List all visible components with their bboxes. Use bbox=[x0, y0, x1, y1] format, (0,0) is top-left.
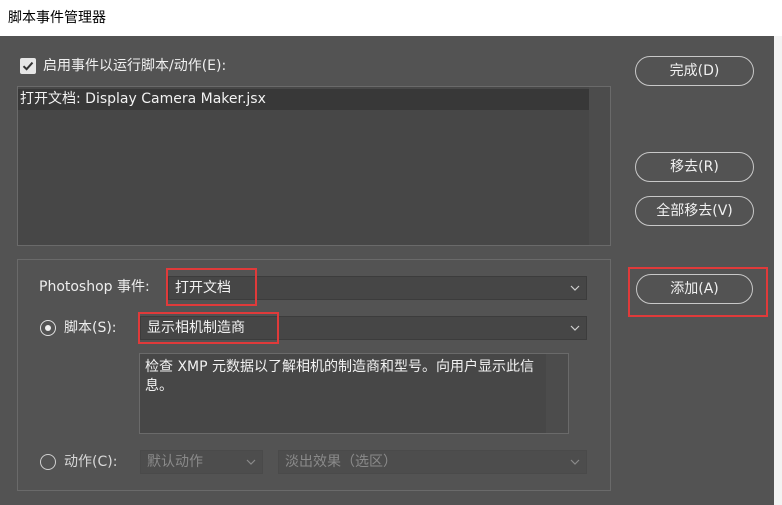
action-set-value: 默认动作 bbox=[147, 454, 203, 470]
photoshop-event-label: Photoshop 事件: bbox=[39, 279, 150, 295]
highlight-box-add bbox=[628, 267, 768, 317]
action-label: 动作(C): bbox=[64, 454, 118, 470]
event-list-scrollbar[interactable] bbox=[589, 87, 610, 245]
highlight-box-event bbox=[166, 268, 257, 306]
checkmark-icon bbox=[22, 61, 34, 71]
script-description: 检查 XMP 元数据以了解相机的制造商和型号。向用户显示此信息。 bbox=[139, 353, 569, 434]
event-list-item[interactable]: 打开文档: Display Camera Maker.jsx bbox=[18, 89, 589, 110]
done-button[interactable]: 完成(D) bbox=[635, 56, 754, 86]
chevron-down-icon bbox=[246, 459, 256, 465]
window-edge bbox=[774, 36, 782, 505]
window-title: 脚本事件管理器 bbox=[0, 0, 782, 36]
action-radio[interactable] bbox=[40, 454, 56, 470]
event-list[interactable] bbox=[17, 86, 611, 246]
enable-events-label: 启用事件以运行脚本/动作(E): bbox=[43, 58, 227, 74]
action-value: 淡出效果（选区） bbox=[285, 454, 397, 470]
chevron-down-icon bbox=[570, 459, 580, 465]
action-set-select[interactable]: 默认动作 bbox=[140, 450, 263, 474]
radio-selected-dot bbox=[45, 325, 51, 331]
highlight-box-script bbox=[138, 312, 279, 344]
remove-button[interactable]: 移去(R) bbox=[635, 152, 754, 182]
enable-events-checkbox[interactable] bbox=[20, 58, 36, 74]
remove-all-button[interactable]: 全部移去(V) bbox=[635, 196, 754, 226]
description-scrollbar[interactable] bbox=[546, 354, 568, 433]
script-radio[interactable] bbox=[40, 320, 56, 336]
chevron-down-icon bbox=[570, 325, 580, 331]
script-label: 脚本(S): bbox=[64, 320, 117, 336]
chevron-down-icon bbox=[570, 285, 580, 291]
action-select[interactable]: 淡出效果（选区） bbox=[278, 450, 587, 474]
